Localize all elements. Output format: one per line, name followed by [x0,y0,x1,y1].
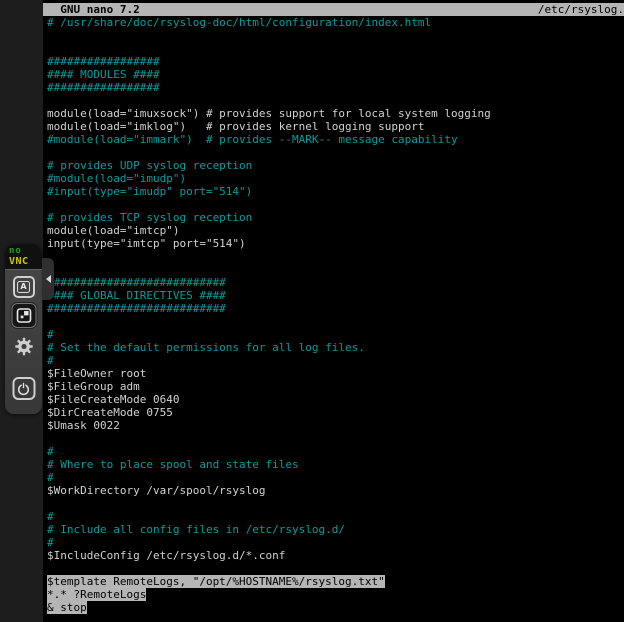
editor-line: # [47,471,624,484]
power-icon [17,382,31,396]
editor-line: # /usr/share/doc/rsyslog-doc/html/config… [47,16,624,29]
editor-line: $IncludeConfig /etc/rsyslog.d/*.conf [47,549,624,562]
editor-line: module(load="imtcp") [47,224,624,237]
editor-line: $template RemoteLogs, "/opt/%HOSTNAME%/r… [47,575,624,588]
collapse-arrow-icon [46,275,51,283]
editor-line: # [47,445,624,458]
editor-line: # Where to place spool and state files [47,458,624,471]
control-bar-collapse-handle[interactable] [42,258,54,300]
editor-line: # provides UDP syslog reception [47,159,624,172]
editor-line [47,198,624,211]
keycap-a-icon: A [17,281,30,293]
fullscreen-button[interactable] [11,303,36,328]
editor-line: ########################### [47,276,624,289]
editor-line: # provides TCP syslog reception [47,211,624,224]
nano-filename-label: /etc/rsyslog. [538,3,624,16]
editor-line [47,42,624,55]
editor-line: #### MODULES #### [47,68,624,81]
gear-icon [14,337,33,356]
editor-line [47,315,624,328]
editor-line: #input(type="imudp" port="514") [47,185,624,198]
editor-line: #### GLOBAL DIRECTIVES #### [47,289,624,302]
novnc-logo: no VNC [5,244,42,270]
editor-line: $WorkDirectory /var/spool/rsyslog [47,484,624,497]
editor-line: #module(load="immark") # provides --MARK… [47,133,624,146]
editor-line [47,29,624,42]
editor-line: # Set the default permissions for all lo… [47,341,624,354]
novnc-logo-no: no [9,246,42,256]
editor-line: *.* ?RemoteLogs [47,588,624,601]
editor-line: ################# [47,55,624,68]
editor-line [47,432,624,445]
editor-line [47,263,624,276]
nano-titlebar: GNU nano 7.2 /etc/rsyslog. [43,3,624,16]
editor-line [47,146,624,159]
editor-line: # [47,354,624,367]
editor-line: module(load="imuxsock") # provides suppo… [47,107,624,120]
editor-line: $DirCreateMode 0755 [47,406,624,419]
editor-line: $FileGroup adm [47,380,624,393]
editor-line: # Include all config files in /etc/rsysl… [47,523,624,536]
terminal-window[interactable]: GNU nano 7.2 /etc/rsyslog. # /usr/share/… [43,0,624,622]
editor-line [47,250,624,263]
editor-line: # [47,328,624,341]
novnc-logo-vnc: VNC [9,256,42,267]
editor-line [47,562,624,575]
editor-content: # /usr/share/doc/rsyslog-doc/html/config… [43,16,624,614]
editor-line: module(load="imklog") # provides kernel … [47,120,624,133]
nano-version-label: GNU nano 7.2 [47,3,140,16]
editor-line: ################# [47,81,624,94]
editor-line: $FileOwner root [47,367,624,380]
editor-line: # [47,510,624,523]
novnc-control-bar: no VNC A [5,244,42,414]
editor-line: & stop [47,601,624,614]
editor-line: $Umask 0022 [47,419,624,432]
fullscreen-icon [16,308,31,323]
editor-line: input(type="imtcp" port="514") [47,237,624,250]
keyboard-button[interactable]: A [13,276,35,298]
editor-line: #module(load="imudp") [47,172,624,185]
editor-line: ########################### [47,302,624,315]
editor-line [47,497,624,510]
editor-line: # [47,536,624,549]
settings-button[interactable] [13,336,34,357]
editor-line [47,94,624,107]
disconnect-button[interactable] [12,377,35,400]
editor-line: $FileCreateMode 0640 [47,393,624,406]
